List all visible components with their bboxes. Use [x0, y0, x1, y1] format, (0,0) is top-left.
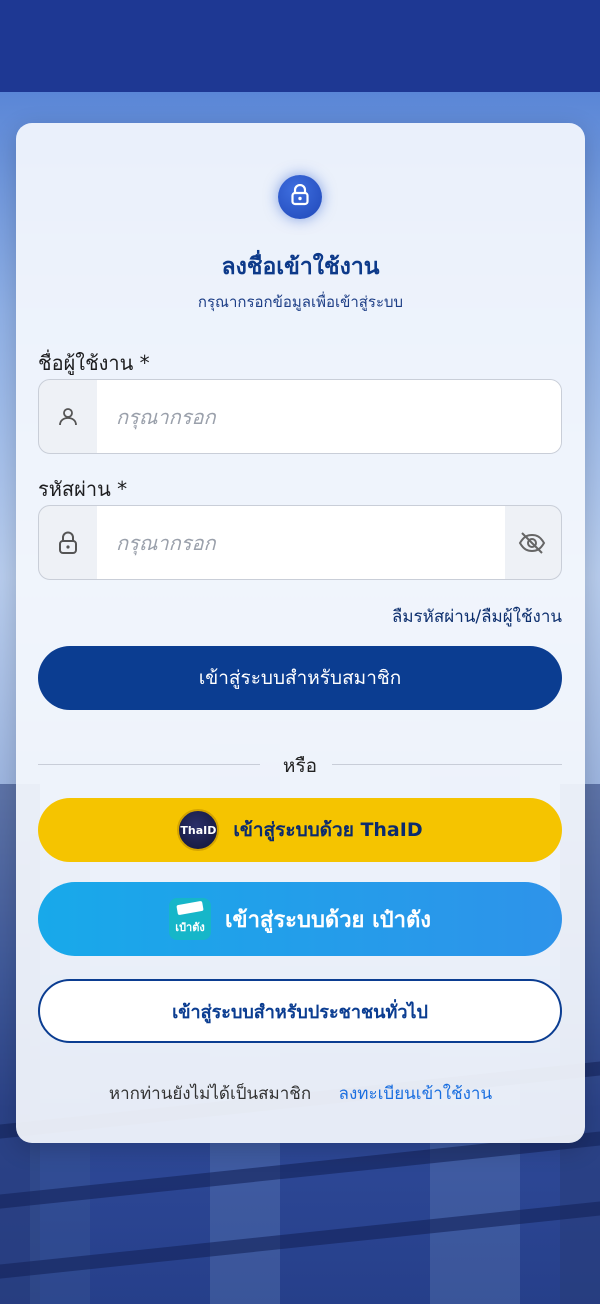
or-divider: หรือ [38, 751, 562, 777]
register-link[interactable]: ลงทะเบียนเข้าใช้งาน [339, 1084, 493, 1104]
lock-icon [290, 183, 310, 210]
register-prompt: หากท่านยังไม่ได้เป็นสมาชิก ลงทะเบียนเข้า… [16, 1080, 585, 1107]
or-text: หรือ [282, 755, 318, 777]
password-input[interactable] [97, 506, 505, 579]
password-field [38, 505, 562, 580]
thaid-login-label: เข้าสู่ระบบด้วย ThaID [233, 819, 423, 841]
eye-off-icon[interactable] [503, 506, 561, 579]
top-bar [0, 0, 600, 92]
paotang-login-label: เข้าสู่ระบบด้วย เป๋าตัง [225, 907, 431, 933]
paotang-wallet-icon: เป๋าตัง [169, 898, 212, 940]
thaid-logo-icon: ThaID [177, 809, 220, 851]
member-login-button[interactable]: เข้าสู่ระบบสำหรับสมาชิก [38, 646, 562, 710]
lock-icon [39, 506, 97, 579]
thaid-login-button[interactable]: ThaID เข้าสู่ระบบด้วย ThaID [38, 798, 562, 862]
forgot-credentials-link[interactable]: ลืมรหัสผ่าน/ลืมผู้ใช้งาน [392, 603, 562, 630]
page-title: ลงชื่อเข้าใช้งาน [221, 254, 380, 280]
user-icon [39, 380, 97, 453]
page-subtitle: กรุณากรอกข้อมูลเพื่อเข้าสู่ระบบ [197, 293, 404, 311]
not-member-text: หากท่านยังไม่ได้เป็นสมาชิก [108, 1084, 312, 1104]
lock-badge [278, 175, 322, 219]
public-login-label: เข้าสู่ระบบสำหรับประชาชนทั่วไป [172, 1001, 428, 1023]
public-login-button[interactable]: เข้าสู่ระบบสำหรับประชาชนทั่วไป [38, 979, 562, 1043]
paotang-login-button[interactable]: เป๋าตัง เข้าสู่ระบบด้วย เป๋าตัง [38, 882, 562, 956]
password-label: รหัสผ่าน * [38, 477, 128, 501]
username-field [38, 379, 562, 454]
member-login-label: เข้าสู่ระบบสำหรับสมาชิก [198, 667, 402, 689]
login-card: ลงชื่อเข้าใช้งาน กรุณากรอกข้อมูลเพื่อเข้… [16, 123, 585, 1143]
username-input[interactable] [97, 380, 561, 453]
username-label: ชื่อผู้ใช้งาน * [38, 351, 150, 375]
